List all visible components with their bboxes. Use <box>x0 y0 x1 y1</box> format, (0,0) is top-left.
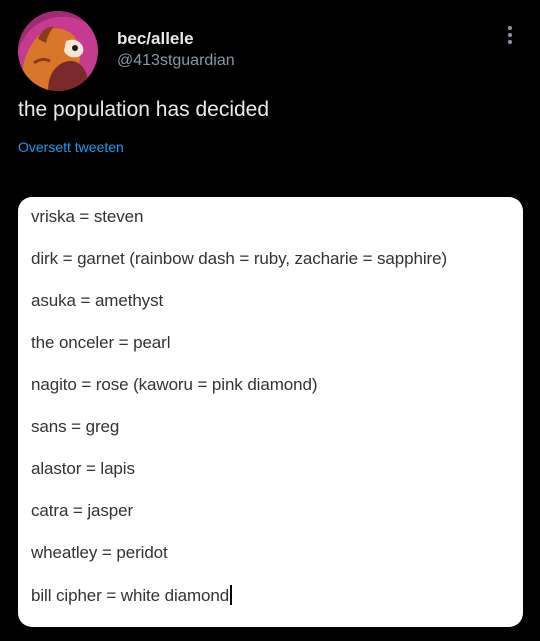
media-line: catra = jasper <box>31 501 134 520</box>
text-cursor <box>230 585 233 605</box>
more-options-button[interactable] <box>499 23 521 47</box>
more-options-icon <box>508 26 512 44</box>
media-line: wheatley = peridot <box>31 543 168 562</box>
media-line: alastor = lapis <box>31 459 135 478</box>
media-line: the onceler = pearl <box>31 333 171 352</box>
media-line: asuka = amethyst <box>31 291 164 310</box>
tweet-text: the population has decided <box>18 98 270 121</box>
media-line: sans = greg <box>31 417 120 436</box>
media-text-list: vriska = steven dirk = garnet (rainbow d… <box>31 207 447 627</box>
media-line: vriska = steven <box>31 207 144 226</box>
user-handle[interactable]: @413stguardian <box>117 51 235 71</box>
avatar[interactable] <box>18 11 98 91</box>
translate-tweet-link[interactable]: Oversett tweeten <box>18 138 124 156</box>
avatar-icon <box>18 11 98 91</box>
media-line: dirk = garnet (rainbow dash = ruby, zach… <box>31 249 448 268</box>
media-line-last: bill cipher = white diamond <box>31 585 447 627</box>
display-name[interactable]: bec/allele <box>117 29 194 49</box>
tweet-media-image[interactable]: vriska = steven dirk = garnet (rainbow d… <box>18 197 523 627</box>
media-line: nagito = rose (kaworu = pink diamond) <box>31 375 318 394</box>
media-line-text: bill cipher = white diamond <box>31 586 230 605</box>
